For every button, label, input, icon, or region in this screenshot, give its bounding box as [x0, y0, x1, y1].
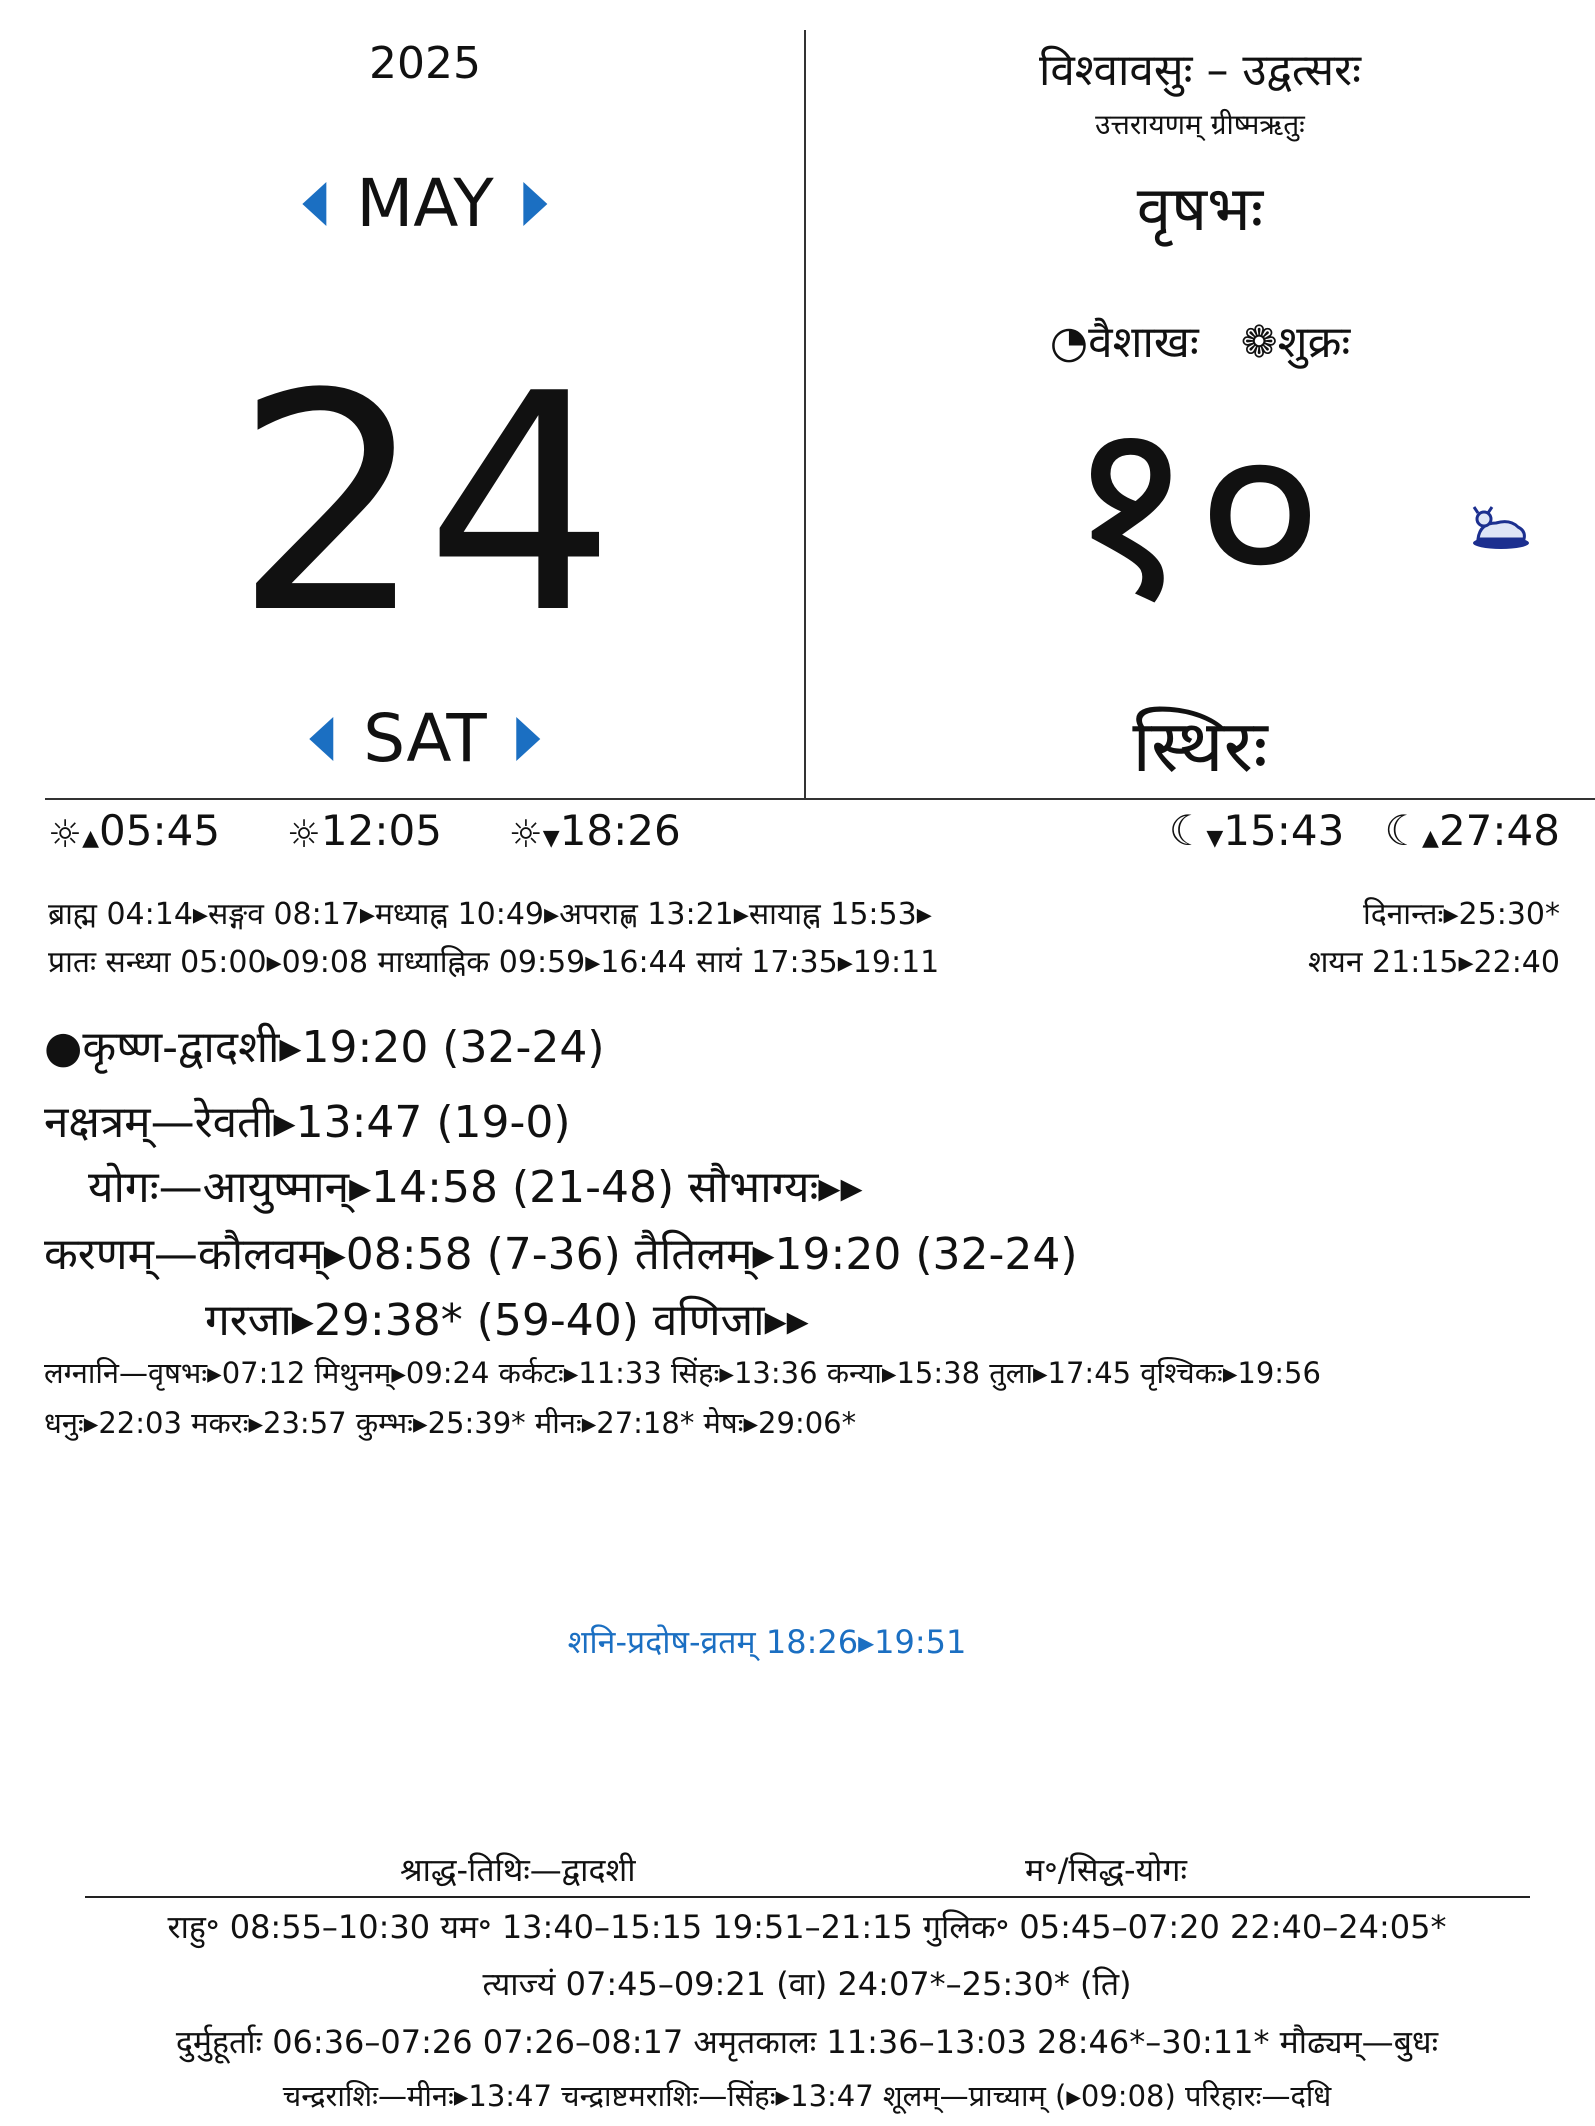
yoga-row: योगः—आयुष्मान्▸14:58 (21-48) सौभाग्यः▸▸ [88, 1162, 863, 1213]
month-nav: MAY [302, 165, 548, 242]
prev-day-button[interactable] [309, 716, 334, 761]
nakshatra-row: नक्षत्रम्—रेवती▸13:47 (19-0) [44, 1097, 571, 1148]
chandra-rashi-row: चन्द्रराशिः—मीनः▸13:47 चन्द्राष्टमराशिः—… [282, 2079, 1332, 2113]
vara-label: ❁शुक्रः [1240, 317, 1351, 368]
moonset-time: 15:43 [1223, 806, 1345, 855]
tyajya-row: त्याज्यं 07:45–09:21 (वा) 24:07*–25:30* … [482, 1965, 1132, 2003]
lunar-month-label: ◔वैशाखः [1049, 317, 1199, 368]
tithi-day-number: १० [1065, 364, 1325, 655]
dinanta-label: दिनान्तः▸25:30* [1362, 897, 1560, 932]
next-month-button[interactable] [523, 181, 548, 226]
samvatsara-label: विश्वावसुः – उद्वत्सरः [1038, 45, 1362, 96]
weekday-label: SAT [363, 700, 487, 777]
karana-row-2: गरजा▸29:38* (59-40) वणिजा▸▸ [205, 1295, 809, 1346]
ayana-ritu-label: उत्तरायणम् ग्रीष्मऋतुः [1095, 108, 1305, 141]
header-divider [45, 798, 1595, 800]
rahu-yama-gulika: राहु॰ 08:55–10:30 यम॰ 13:40–15:15 19:51–… [167, 1908, 1447, 1946]
moonrise-icon: ☾ [1384, 806, 1423, 855]
tithi-row: ●कृष्ण-द्वादशी▸19:20 (32-24) [44, 1015, 605, 1075]
vasara-label: स्थिरः [1132, 704, 1268, 788]
noon-sun-icon: ☼ [286, 812, 321, 856]
festival-link[interactable]: शनि-प्रदोष-व्रतम् 18:26▸19:51 [568, 1620, 967, 1663]
durmuhurta-row: दुर्मुहूर्ताः 06:36–07:26 07:26–08:17 अम… [175, 2023, 1439, 2061]
lunar-month-row: ◔वैशाखः ❁शुक्रः [1050, 310, 1351, 370]
tithi-text: कृष्ण-द्वादशी▸19:20 (32-24) [82, 1022, 605, 1073]
year-label: 2025 [369, 38, 481, 89]
moon-times: ☾▼15:43 ☾▲27:48 [1168, 806, 1560, 855]
sunset-icon: ☼ [508, 812, 543, 856]
moon-phase-icon: ● [44, 1022, 83, 1073]
karana-row-1: करणम्—कौलवम्▸08:58 (7-36) तैतिलम्▸19:20 … [44, 1229, 1078, 1280]
sun-times: ☼▲05:45 ☼12:05 ☼▼18:26 [48, 806, 681, 856]
moonrise-time: 27:48 [1438, 806, 1560, 855]
sandhya-line: प्रातः सन्ध्या 05:00▸09:08 माध्याह्निक 0… [48, 945, 940, 980]
noon-time: 12:05 [320, 806, 442, 855]
solar-month-label: वृषभः [1136, 172, 1264, 245]
moonset-icon: ☾ [1168, 806, 1207, 855]
kala-line-1: ब्राह्म 04:14▸सङ्गव 08:17▸मध्याह्न 10:49… [48, 897, 932, 932]
sunset-time: 18:26 [559, 806, 681, 855]
shraddha-tithi: श्राद्ध-तिथिः—द्वादशी [400, 1851, 636, 1889]
month-label: MAY [356, 165, 494, 242]
sunrise-time: 05:45 [99, 806, 221, 855]
vertical-divider [804, 30, 806, 800]
nandi-icon [1470, 505, 1532, 555]
lagna-row-1: लग्नानि—वृषभः▸07:12 मिथुनम्▸09:24 कर्कटः… [44, 1356, 1321, 1390]
day-number: 24 [234, 330, 616, 679]
shayana-label: शयन 21:15▸22:40 [1308, 945, 1560, 980]
footer-divider [85, 1896, 1530, 1898]
sunrise-icon: ☼ [48, 812, 83, 856]
siddha-yoga: म॰/सिद्ध-योगः [1025, 1851, 1187, 1889]
weekday-nav: SAT [309, 700, 541, 777]
prev-month-button[interactable] [302, 181, 327, 226]
next-day-button[interactable] [516, 716, 541, 761]
lagna-row-2: धनुः▸22:03 मकरः▸23:57 कुम्भः▸25:39* मीनः… [44, 1406, 857, 1440]
